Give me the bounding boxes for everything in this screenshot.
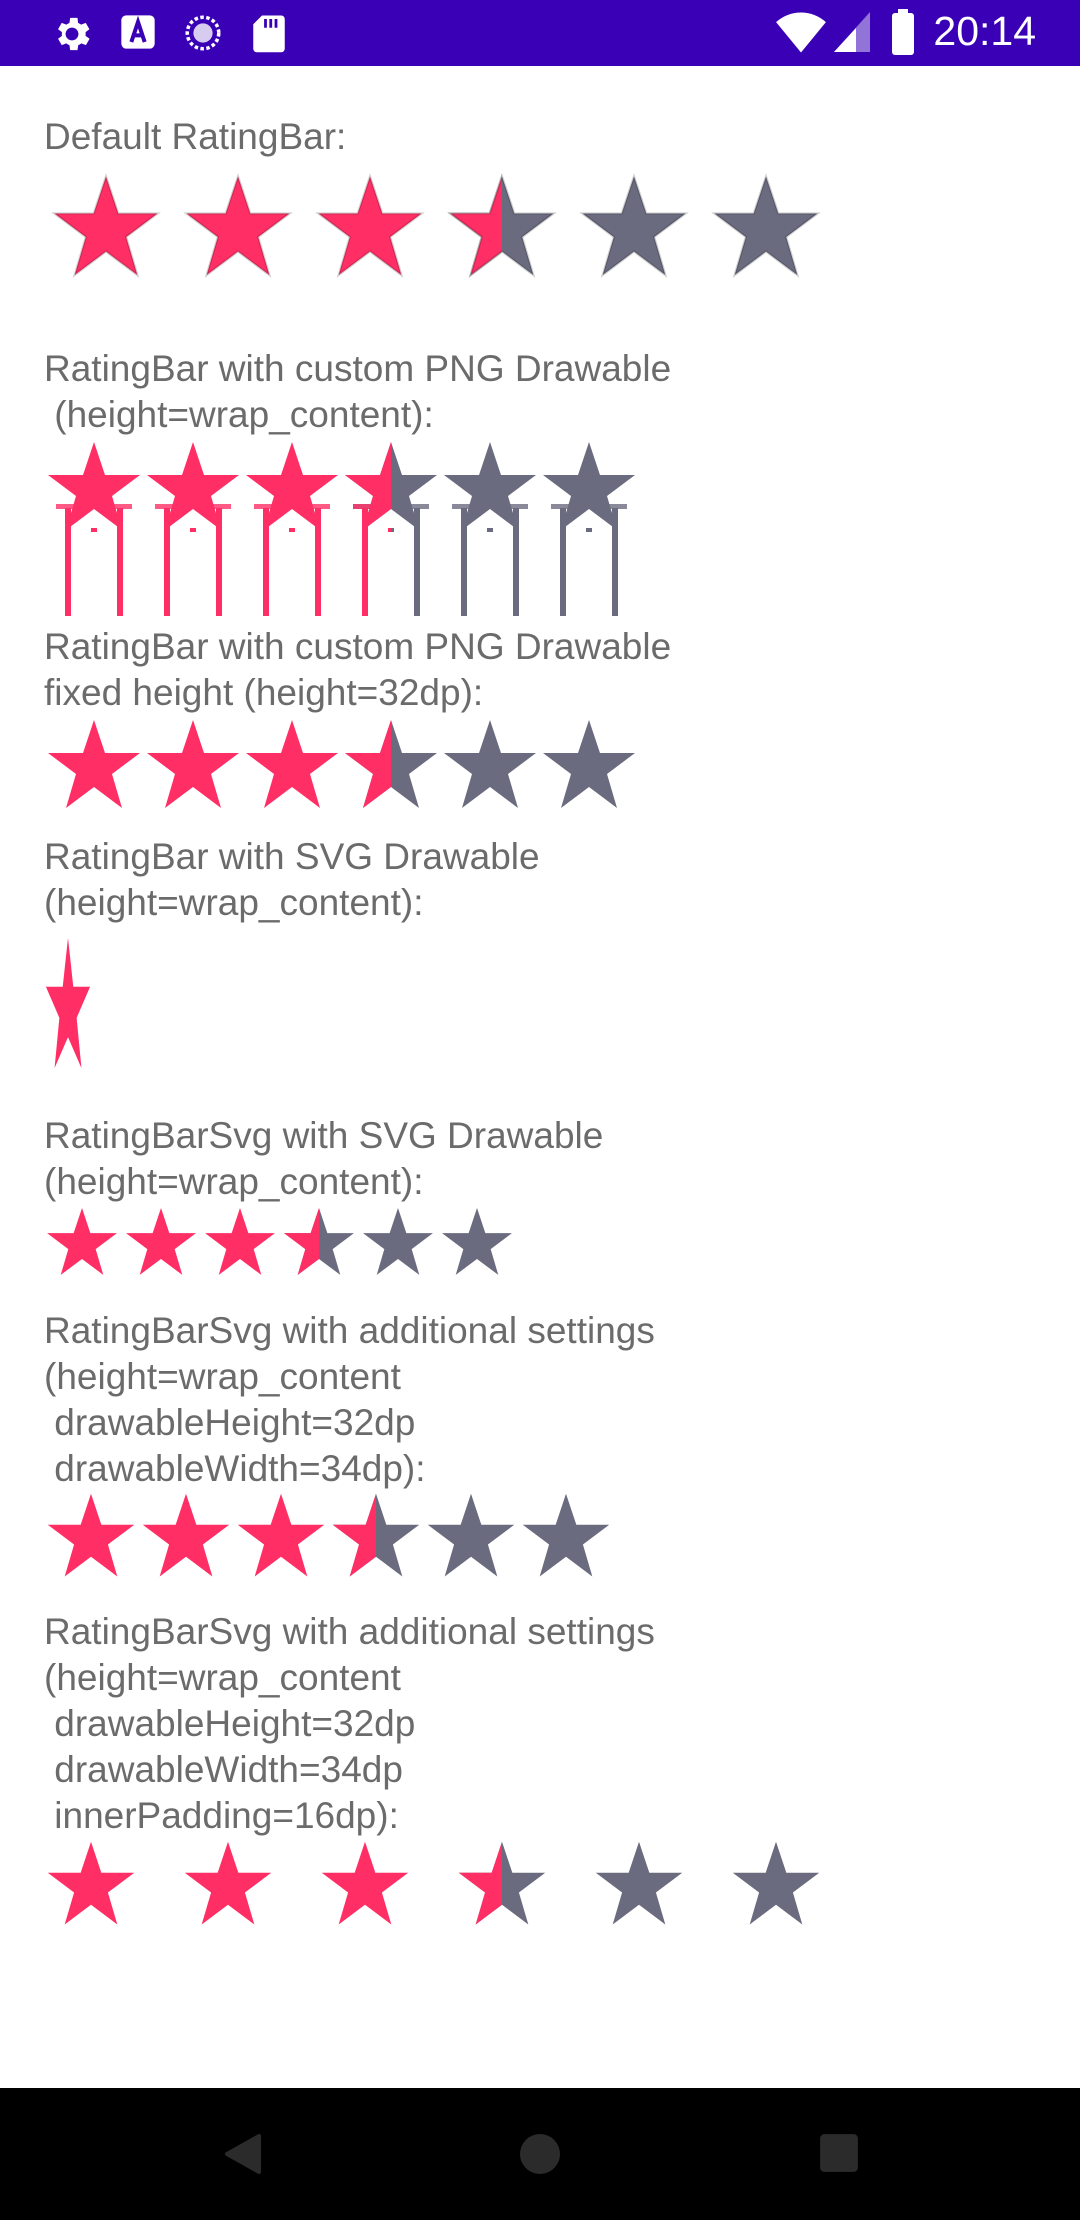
section-label-png-fixed: RatingBar with custom PNG Drawable fixed…: [44, 626, 672, 713]
section-label-svg-drawable: RatingBar with SVG Drawable (height=wrap…: [44, 836, 540, 923]
star-icon-filled: [47, 1493, 135, 1577]
star-icon-filled: [126, 1208, 196, 1275]
star-icon-filled: [183, 172, 293, 278]
star-icon-filled: [205, 1208, 275, 1275]
star-icon-half: [345, 442, 437, 616]
section-label-ratingbarsvg-padding: RatingBarSvg with additional settings (h…: [44, 1611, 655, 1836]
battery-icon: [892, 9, 914, 55]
star-icon-empty: [442, 1208, 512, 1275]
star-icon-filled: [48, 720, 140, 808]
star-icon-filled: [246, 720, 338, 808]
star-icon-empty: [543, 442, 635, 616]
star-icon-empty: [732, 1841, 820, 1925]
star-icon-empty: [363, 1208, 433, 1275]
star-icon-filled: [184, 1841, 272, 1925]
star-icon-empty: [444, 442, 536, 616]
signal-icon: [834, 12, 870, 52]
star-icon-empty: [543, 720, 635, 808]
back-icon[interactable]: [222, 2132, 264, 2176]
star-icon-filled: [321, 1841, 409, 1925]
star-icon-half: [332, 1493, 420, 1577]
status-bar: 20:14: [0, 0, 1080, 66]
circle-progress-icon: [185, 15, 221, 51]
star-icon-filled: [246, 442, 338, 616]
clock: 20:14: [933, 8, 1036, 54]
a-text-icon: [121, 15, 155, 49]
section-label-png-wrap: RatingBar with custom PNG Drawable (heig…: [44, 348, 672, 435]
star-icon-filled: [147, 442, 239, 616]
star-icon-empty: [444, 720, 536, 808]
star-icon-filled: [51, 172, 161, 278]
recents-icon[interactable]: [818, 2132, 860, 2174]
star-icon-empty: [595, 1841, 683, 1925]
star-icon-half: [458, 1841, 546, 1925]
wifi-icon: [776, 12, 826, 53]
gear-icon: [58, 17, 90, 51]
star-icon-filled: [47, 1841, 135, 1925]
star-icon-empty: [711, 172, 821, 278]
star-icon-filled: [147, 720, 239, 808]
star-icon-half: [284, 1208, 354, 1275]
star-icon-filled: [47, 1208, 117, 1275]
star-icon-half: [345, 720, 437, 808]
star-icon-empty: [427, 1493, 515, 1577]
star-icon-filled: [48, 442, 140, 616]
section-label-default: Default RatingBar:: [44, 116, 347, 157]
star-icon-empty: [579, 172, 689, 278]
star-icon-stretched: [45, 937, 91, 1069]
sd-card-icon: [253, 15, 285, 53]
star-icon-filled: [237, 1493, 325, 1577]
section-label-ratingbarsvg: RatingBarSvg with SVG Drawable (height=w…: [44, 1115, 604, 1202]
star-icon-filled: [315, 172, 425, 278]
star-icon-half: [447, 172, 557, 278]
home-icon[interactable]: [518, 2132, 562, 2176]
star-icon-empty: [522, 1493, 610, 1577]
star-icon-filled: [142, 1493, 230, 1577]
section-label-ratingbarsvg-settings: RatingBarSvg with additional settings (h…: [44, 1310, 655, 1489]
navigation-bar: [0, 2088, 1080, 2220]
